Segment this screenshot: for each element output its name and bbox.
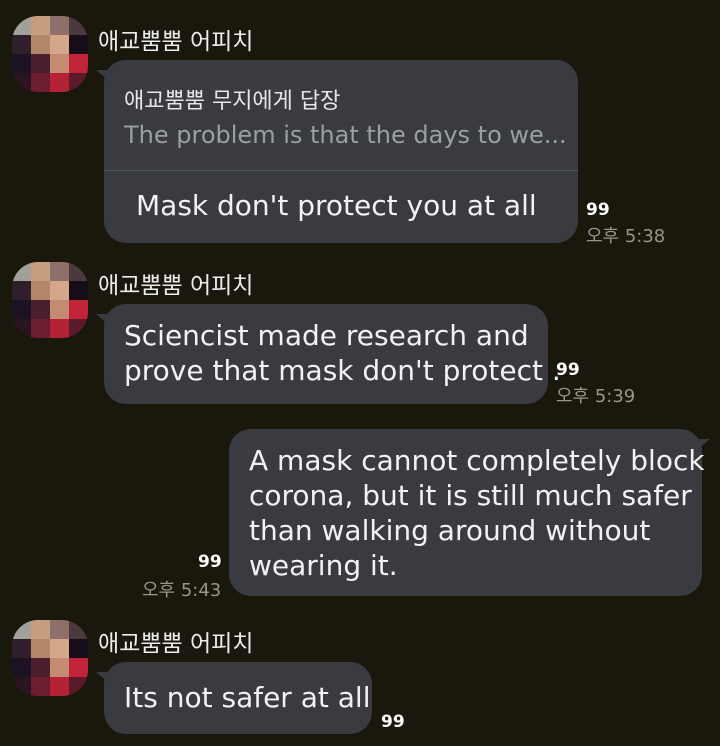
sender-name: 애교뿜뿜 어피치 (98, 631, 254, 657)
avatar-pixel (31, 300, 50, 319)
avatar-pixel (69, 639, 88, 658)
avatar-pixel (31, 658, 50, 677)
avatar-pixel (69, 658, 88, 677)
avatar-pixel (69, 620, 88, 639)
avatar-pixel (50, 281, 69, 300)
sender-name: 애교뿜뿜 어피치 (98, 273, 254, 299)
avatar-pixel (12, 16, 31, 35)
avatar-pixel (12, 73, 31, 92)
avatar-pixel (50, 300, 69, 319)
avatar[interactable] (12, 16, 88, 92)
avatar-pixel (50, 639, 69, 658)
avatar-pixel (12, 639, 31, 658)
unread-count: 99 (198, 552, 222, 572)
avatar-pixel (50, 54, 69, 73)
message-bubble[interactable]: Sciencist made research and prove that m… (96, 304, 561, 404)
message-bubble[interactable]: Its not safer at all (96, 662, 372, 734)
message-line: Sciencist made research and (124, 319, 529, 352)
avatar-pixel (31, 639, 50, 658)
message-text: Its not safer at all (124, 681, 371, 714)
unread-count: 99 (556, 360, 580, 380)
unread-count: 99 (381, 712, 405, 732)
avatar-pixel (31, 620, 50, 639)
message-text: Sciencist made research and prove that m… (124, 318, 561, 388)
message-text: A mask cannot completely block corona, b… (249, 443, 705, 583)
avatar-pixel (69, 281, 88, 300)
message-bubble[interactable]: A mask cannot completely block corona, b… (229, 429, 710, 596)
message-time: 오후 5:43 (142, 580, 222, 601)
avatar-pixel (31, 262, 50, 281)
unread-count: 99 (586, 200, 610, 220)
avatar[interactable] (12, 262, 88, 338)
avatar-pixel (69, 262, 88, 281)
avatar-pixel (31, 35, 50, 54)
avatar-pixel (69, 16, 88, 35)
avatar-pixel (50, 73, 69, 92)
avatar-pixel (50, 319, 69, 338)
avatar-pixel (12, 54, 31, 73)
avatar-pixel (69, 319, 88, 338)
avatar-pixel (31, 54, 50, 73)
message-line: prove that mask don't protect . (124, 354, 561, 387)
avatar-pixel (50, 677, 69, 696)
avatar-pixel (12, 658, 31, 677)
avatar-pixel (12, 620, 31, 639)
avatar-pixel (69, 73, 88, 92)
avatar-pixel (31, 319, 50, 338)
avatar-pixel (69, 35, 88, 54)
avatar-pixel (31, 281, 50, 300)
avatar[interactable] (12, 620, 88, 696)
avatar-pixel (12, 677, 31, 696)
message-text: Mask don't protect you at all (136, 189, 537, 222)
avatar-pixel (12, 281, 31, 300)
sender-name: 애교뿜뿜 어피치 (98, 29, 254, 55)
avatar-pixel (31, 677, 50, 696)
message-line: A mask cannot completely block (249, 444, 705, 477)
avatar-pixel (69, 54, 88, 73)
avatar-pixel (31, 73, 50, 92)
reply-header: 애교뿜뿜 무지에게 답장 (124, 89, 341, 114)
message-line: than walking around without (249, 514, 651, 547)
avatar-pixel (50, 35, 69, 54)
avatar-pixel (50, 658, 69, 677)
avatar-pixel (50, 16, 69, 35)
reply-divider (104, 170, 578, 171)
message-time: 오후 5:39 (556, 386, 636, 407)
avatar-pixel (31, 16, 50, 35)
avatar-pixel (12, 300, 31, 319)
avatar-pixel (50, 262, 69, 281)
avatar-pixel (12, 319, 31, 338)
message-time: 오후 5:38 (586, 226, 666, 247)
message-line: wearing it. (249, 549, 398, 582)
avatar-pixel (69, 300, 88, 319)
message-line: corona, but it is still much safer (249, 479, 692, 512)
reply-quote[interactable]: The problem is that the days to we... (124, 118, 567, 153)
avatar-pixel (50, 620, 69, 639)
avatar-pixel (69, 677, 88, 696)
avatar-pixel (12, 262, 31, 281)
reply-message-bubble[interactable]: 애교뿜뿜 무지에게 답장 The problem is that the day… (96, 60, 578, 243)
avatar-pixel (12, 35, 31, 54)
